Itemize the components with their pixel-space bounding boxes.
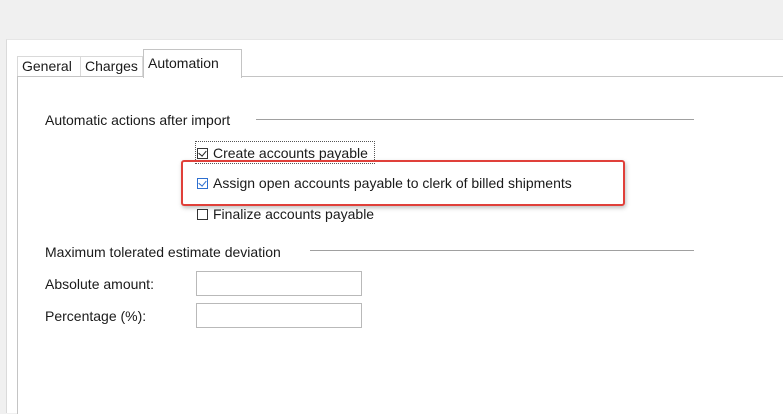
create-accounts-payable-label: Create accounts payable — [213, 145, 368, 161]
automatic-actions-divider — [256, 119, 694, 120]
highlight-annotation — [181, 160, 625, 206]
settings-window: General Charges Automation — [6, 39, 783, 414]
tab-charges[interactable]: Charges — [80, 56, 143, 77]
checkbox-checked-icon[interactable] — [197, 147, 208, 159]
tab-automation[interactable]: Automation — [143, 49, 242, 78]
screen: General Charges Automation Automatic act… — [0, 0, 783, 414]
absolute-amount-input[interactable] — [196, 271, 362, 296]
automatic-actions-title: Automatic actions after import — [45, 112, 231, 128]
deviation-divider — [310, 250, 694, 251]
finalize-accounts-payable-label: Finalize accounts payable — [213, 206, 375, 222]
checkbox-unchecked-icon[interactable] — [197, 208, 208, 220]
tab-general[interactable]: General — [17, 56, 81, 77]
deviation-title: Maximum tolerated estimate deviation — [45, 244, 281, 260]
percentage-input[interactable] — [196, 303, 362, 328]
percentage-label: Percentage (%): — [45, 308, 147, 324]
finalize-accounts-payable-checkbox[interactable]: Finalize accounts payable — [197, 204, 374, 224]
absolute-amount-label: Absolute amount: — [45, 276, 154, 292]
